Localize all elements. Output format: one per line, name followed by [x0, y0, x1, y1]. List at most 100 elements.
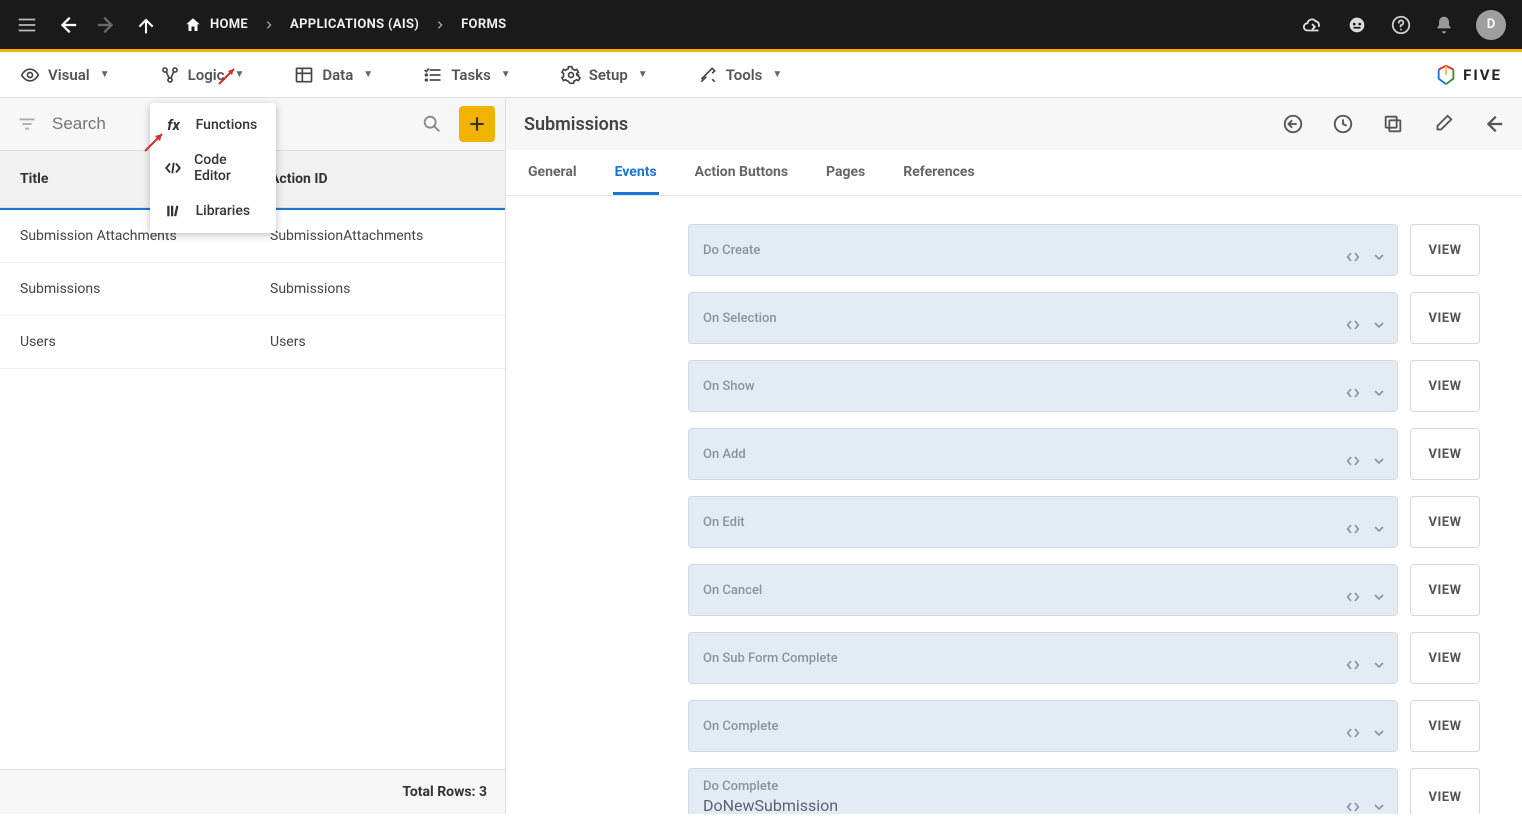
toolbar-tools[interactable]: Tools ▼: [698, 65, 783, 85]
event-card[interactable]: On Sub Form Complete: [688, 632, 1398, 684]
table-row[interactable]: Submissions Submissions: [0, 263, 505, 316]
table-footer: Total Rows: 3: [0, 769, 505, 814]
event-label: On Edit: [703, 515, 1383, 530]
breadcrumb-forms[interactable]: FORMS: [461, 17, 506, 32]
column-action-id[interactable]: Action ID: [250, 151, 505, 207]
logo-mark-icon: [1435, 64, 1457, 86]
event-card[interactable]: Do Create: [688, 224, 1398, 276]
event-value: DoNewSubmission: [703, 796, 1383, 814]
toolbar-logic[interactable]: Logic ▼ fx Functions Code Editor Librari…: [160, 65, 245, 85]
code-icon[interactable]: [1345, 725, 1361, 741]
edit-icon[interactable]: [1432, 113, 1454, 135]
top-bar: HOME APPLICATIONS (AIS) FORMS: [0, 0, 1522, 52]
help-icon[interactable]: [1390, 14, 1412, 36]
bell-icon[interactable]: [1434, 15, 1454, 35]
chevron-down-icon[interactable]: [1371, 453, 1387, 469]
chevron-down-icon[interactable]: [1371, 521, 1387, 537]
toolbar-setup[interactable]: Setup ▼: [561, 65, 648, 85]
right-panel: Submissions General Events Action Button…: [506, 98, 1522, 814]
toolbar-visual[interactable]: Visual ▼: [20, 65, 110, 85]
avatar[interactable]: D: [1476, 10, 1506, 40]
event-label: Do Complete: [703, 779, 1383, 794]
cloud-sync-icon[interactable]: [1302, 14, 1324, 36]
event-controls: [1345, 385, 1387, 401]
chevron-down-icon[interactable]: [1371, 725, 1387, 741]
toolbar: Visual ▼ Logic ▼ fx Functions Code Edito…: [0, 52, 1522, 98]
chevron-down-icon[interactable]: [1371, 249, 1387, 265]
nav-back-icon[interactable]: [56, 14, 78, 36]
event-row: On ShowVIEW: [688, 360, 1480, 412]
filter-icon[interactable]: [16, 113, 38, 135]
chevron-down-icon[interactable]: [1371, 317, 1387, 333]
tab-row: General Events Action Buttons Pages Refe…: [506, 150, 1522, 196]
view-button[interactable]: VIEW: [1410, 224, 1480, 276]
code-icon[interactable]: [1345, 521, 1361, 537]
chevron-down-icon[interactable]: [1371, 385, 1387, 401]
events-list: Do CreateVIEWOn SelectionVIEWOn ShowVIEW…: [688, 224, 1480, 814]
toolbar-data[interactable]: Data ▼: [294, 65, 373, 85]
code-icon[interactable]: [1345, 799, 1361, 814]
table-row[interactable]: Users Users: [0, 316, 505, 369]
panel-header: Submissions: [506, 98, 1522, 150]
event-label: On Sub Form Complete: [703, 651, 1383, 666]
tab-references[interactable]: References: [901, 150, 976, 195]
view-button[interactable]: VIEW: [1410, 564, 1480, 616]
code-icon[interactable]: [1345, 317, 1361, 333]
event-controls: [1345, 589, 1387, 605]
bot-icon[interactable]: [1346, 14, 1368, 36]
add-button[interactable]: [459, 106, 495, 142]
library-icon: [164, 202, 184, 220]
event-card[interactable]: On Add: [688, 428, 1398, 480]
event-label: On Complete: [703, 719, 1383, 734]
event-controls: [1345, 249, 1387, 265]
chevron-down-icon[interactable]: [1371, 657, 1387, 673]
view-button[interactable]: VIEW: [1410, 632, 1480, 684]
view-button[interactable]: VIEW: [1410, 360, 1480, 412]
back-icon[interactable]: [1482, 113, 1504, 135]
view-button[interactable]: VIEW: [1410, 768, 1480, 814]
cell-title: Users: [0, 316, 250, 368]
chevron-down-icon[interactable]: [1371, 589, 1387, 605]
event-card[interactable]: On Show: [688, 360, 1398, 412]
code-icon[interactable]: [1345, 453, 1361, 469]
code-icon[interactable]: [1345, 657, 1361, 673]
tab-general[interactable]: General: [526, 150, 579, 195]
tab-events[interactable]: Events: [613, 150, 659, 195]
nav-up-icon[interactable]: [136, 15, 156, 35]
chevron-down-icon[interactable]: [1371, 799, 1387, 814]
view-button[interactable]: VIEW: [1410, 700, 1480, 752]
code-icon[interactable]: [1345, 589, 1361, 605]
event-card[interactable]: On Selection: [688, 292, 1398, 344]
tab-pages[interactable]: Pages: [824, 150, 867, 195]
tab-action-buttons[interactable]: Action Buttons: [693, 150, 790, 195]
logic-dropdown-libraries[interactable]: Libraries: [150, 193, 276, 229]
event-row: On Sub Form Complete VIEW: [688, 632, 1480, 684]
event-card[interactable]: On Cancel: [688, 564, 1398, 616]
view-button[interactable]: VIEW: [1410, 292, 1480, 344]
logic-dropdown-functions[interactable]: fx Functions: [150, 107, 276, 143]
toolbar-tasks[interactable]: Tasks ▼: [423, 65, 511, 85]
breadcrumb-home[interactable]: HOME: [184, 16, 248, 34]
event-card[interactable]: On Edit: [688, 496, 1398, 548]
event-controls: [1345, 725, 1387, 741]
logic-dropdown-code-editor[interactable]: Code Editor: [150, 143, 276, 193]
logic-dropdown-functions-label: Functions: [196, 117, 258, 133]
event-row: On Edit VIEW: [688, 496, 1480, 548]
breadcrumb-applications[interactable]: APPLICATIONS (AIS): [290, 17, 419, 32]
logo-text: FIVE: [1463, 66, 1502, 84]
code-icon[interactable]: [1345, 249, 1361, 265]
view-button[interactable]: VIEW: [1410, 428, 1480, 480]
logic-dropdown: fx Functions Code Editor Libraries: [150, 103, 276, 233]
menu-icon[interactable]: [16, 14, 38, 36]
event-controls: [1345, 657, 1387, 673]
event-card[interactable]: Do Complete DoNewSubmission: [688, 768, 1398, 814]
search-icon[interactable]: [421, 113, 443, 135]
view-button[interactable]: VIEW: [1410, 496, 1480, 548]
copy-icon[interactable]: [1382, 113, 1404, 135]
event-card[interactable]: On Complete: [688, 700, 1398, 752]
undo-icon[interactable]: [1282, 113, 1304, 135]
code-icon[interactable]: [1345, 385, 1361, 401]
dropdown-caret-icon: ▼: [100, 69, 110, 80]
history-icon[interactable]: [1332, 113, 1354, 135]
dropdown-caret-icon: ▼: [772, 69, 782, 80]
